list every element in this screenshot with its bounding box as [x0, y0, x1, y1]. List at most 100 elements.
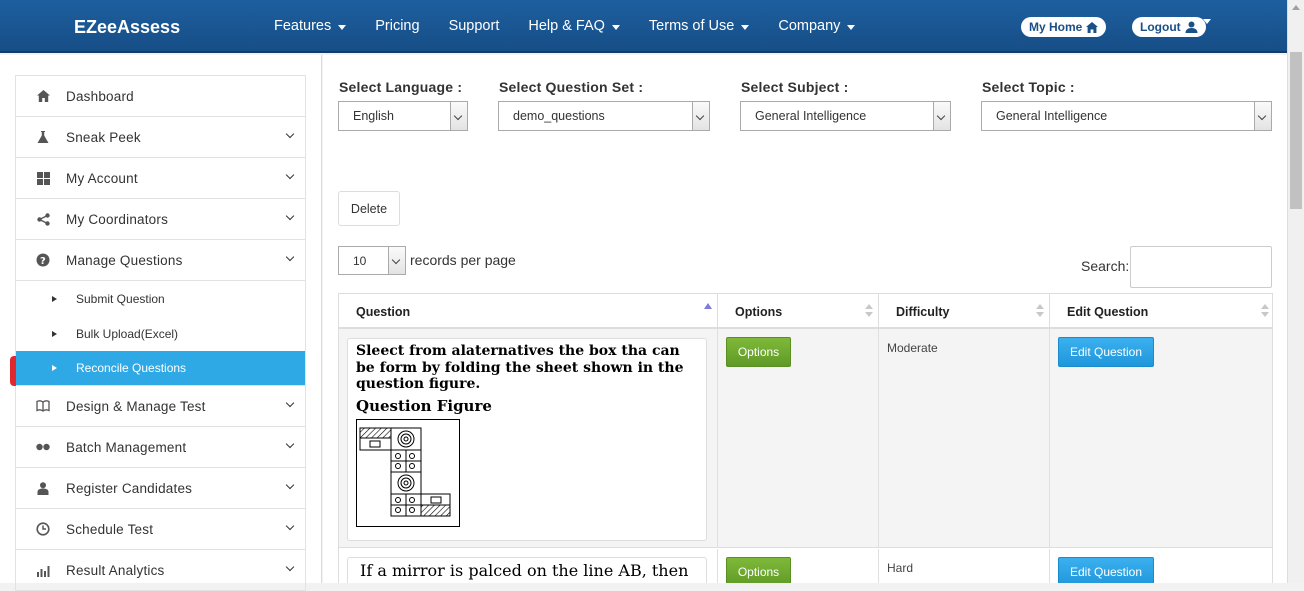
dropdown-arrow-icon — [692, 102, 709, 130]
sidebar-subitem-reconcile-questions[interactable]: Reconcile Questions — [16, 351, 305, 386]
sidebar-item-my-coordinators[interactable]: My Coordinators — [16, 199, 305, 240]
caret-right-icon — [52, 365, 57, 371]
table-row: Sleect from alaternatives the box tha ca… — [339, 329, 1272, 548]
edit-cell: Edit Question — [1050, 329, 1272, 547]
nav-terms[interactable]: Terms of Use — [635, 0, 764, 53]
delete-button[interactable]: Delete — [338, 191, 400, 226]
caret-down-icon — [611, 25, 620, 30]
question-text: Sleect from alaternatives the box tha ca… — [356, 343, 684, 392]
column-header-options[interactable]: Options — [718, 293, 879, 329]
sidebar-item-design-manage-test[interactable]: Design & Manage Test — [16, 386, 305, 427]
records-per-page-label: records per page — [410, 252, 516, 268]
column-header-label: Options — [735, 305, 783, 319]
sidebar-item-batch-management[interactable]: Batch Management — [16, 427, 305, 468]
scroll-up-arrow-icon[interactable] — [1292, 5, 1300, 10]
nav-support[interactable]: Support — [435, 0, 515, 53]
column-header-label: Difficulty — [896, 305, 950, 319]
sidebar-subitem-bulk-upload[interactable]: Bulk Upload(Excel) — [16, 316, 305, 351]
question-cell: If a mirror is palced on the line AB, th… — [339, 549, 718, 583]
chevron-down-icon — [285, 252, 295, 262]
main-nav: Features Pricing Support Help & FAQ Term… — [260, 0, 870, 53]
top-navbar: EZeeAssess Features Pricing Support Help… — [0, 0, 1287, 53]
question-cell: Sleect from alaternatives the box tha ca… — [339, 329, 718, 547]
logout-button[interactable]: Logout — [1132, 17, 1206, 37]
question-set-value: demo_questions — [513, 109, 605, 123]
sort-ascending-icon — [704, 303, 712, 309]
sidebar-subitem-submit-question[interactable]: Submit Question — [16, 281, 305, 316]
sidebar-item-dashboard[interactable]: Dashboard — [16, 76, 305, 117]
options-button[interactable]: Options — [726, 557, 791, 583]
active-item-marker — [10, 356, 16, 386]
svg-text:?: ? — [40, 256, 46, 267]
nav-pricing[interactable]: Pricing — [361, 0, 434, 53]
subject-select[interactable]: General Intelligence — [740, 101, 951, 131]
edit-question-button[interactable]: Edit Question — [1058, 557, 1154, 583]
column-header-difficulty[interactable]: Difficulty — [879, 293, 1050, 329]
sidebar-item-label: Batch Management — [66, 439, 187, 455]
edit-cell: Edit Question — [1050, 549, 1272, 583]
sort-icon — [1261, 304, 1269, 320]
question-set-select[interactable]: demo_questions — [498, 101, 710, 131]
sidebar-item-register-candidates[interactable]: Register Candidates — [16, 468, 305, 509]
sidebar-menu: Dashboard Sneak Peek My Account My Coord… — [15, 75, 306, 591]
question-text: If a mirror is palced on the line AB, th… — [360, 562, 689, 580]
sidebar-subitem-label: Reconcile Questions — [76, 361, 187, 375]
page-scrollbar[interactable] — [1287, 0, 1304, 583]
search-input[interactable] — [1130, 246, 1272, 288]
sidebar-item-label: Register Candidates — [66, 480, 193, 496]
column-header-label: Question — [356, 305, 411, 319]
grid-icon — [36, 171, 50, 185]
caret-down-icon — [338, 25, 347, 30]
sidebar-item-manage-questions[interactable]: ? Manage Questions — [16, 240, 305, 281]
dropdown-arrow-icon — [933, 102, 950, 130]
chevron-down-icon — [285, 398, 295, 408]
user-icon — [36, 481, 50, 495]
questions-table: Question Options Difficulty Edit Questio… — [338, 293, 1273, 583]
options-button[interactable]: Options — [726, 337, 791, 367]
sidebar-item-label: Manage Questions — [66, 252, 183, 268]
difficulty-cell: Hard — [879, 549, 1050, 583]
edit-question-button[interactable]: Edit Question — [1058, 337, 1154, 367]
nav-help-faq[interactable]: Help & FAQ — [514, 0, 635, 53]
sidebar-item-sneak-peek[interactable]: Sneak Peek — [16, 117, 305, 158]
dropdown-arrow-icon — [450, 102, 467, 130]
user-menu-caret-icon[interactable] — [1203, 19, 1211, 24]
options-cell: Options — [718, 549, 879, 583]
chevron-down-icon — [285, 439, 295, 449]
records-per-page-select[interactable]: 10 — [338, 246, 406, 275]
question-box: If a mirror is palced on the line AB, th… — [347, 557, 707, 583]
difficulty-value: Hard — [887, 561, 914, 575]
column-header-edit-question[interactable]: Edit Question — [1050, 293, 1272, 329]
logout-label: Logout — [1140, 20, 1181, 34]
my-home-button[interactable]: My Home — [1021, 17, 1107, 37]
question-figure-label: Question Figure — [356, 396, 492, 415]
language-select[interactable]: English — [338, 101, 468, 131]
question-box: Sleect from alaternatives the box tha ca… — [347, 338, 707, 541]
nav-help-label: Help & FAQ — [528, 18, 605, 34]
question-set-label: Select Question Set : — [499, 79, 644, 95]
sidebar-item-my-account[interactable]: My Account — [16, 158, 305, 199]
sidebar-item-label: Schedule Test — [66, 521, 154, 537]
column-header-question[interactable]: Question — [339, 293, 718, 329]
nav-pricing-label: Pricing — [375, 18, 420, 34]
sidebar-subitem-label: Bulk Upload(Excel) — [76, 326, 179, 341]
main-content: Select Language : English Select Questio… — [323, 55, 1287, 583]
search-label: Search: — [1081, 258, 1130, 274]
scroll-thumb[interactable] — [1290, 52, 1302, 209]
topic-select[interactable]: General Intelligence — [981, 101, 1272, 131]
question-figure-image — [356, 419, 460, 527]
dropdown-arrow-icon — [388, 247, 405, 274]
sidebar-item-result-analytics[interactable]: Result Analytics — [16, 550, 305, 591]
chevron-down-icon — [285, 521, 295, 531]
sidebar-item-label: My Coordinators — [66, 211, 169, 227]
subject-value: General Intelligence — [755, 109, 867, 123]
nav-features[interactable]: Features — [260, 0, 361, 53]
nav-company[interactable]: Company — [764, 0, 870, 53]
sort-icon — [865, 304, 873, 320]
brand-logo[interactable]: EZeeAssess — [74, 17, 180, 38]
chevron-down-icon — [285, 129, 295, 139]
chevron-down-icon — [285, 170, 295, 180]
sidebar-item-schedule-test[interactable]: Schedule Test — [16, 509, 305, 550]
home-icon — [36, 89, 50, 103]
nav-company-label: Company — [778, 18, 841, 34]
